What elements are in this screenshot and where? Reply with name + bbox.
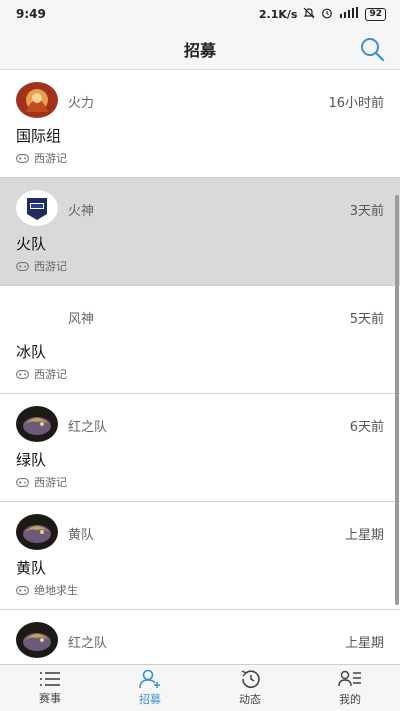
tab-activity[interactable]: 动态 xyxy=(200,665,300,711)
recruiter-name: 火力 xyxy=(68,96,95,111)
list-icon xyxy=(40,672,60,686)
gamepad-icon xyxy=(16,261,29,271)
gamepad-icon xyxy=(16,477,29,487)
team-name: 国际组 xyxy=(16,127,62,145)
signal-icon xyxy=(339,7,359,21)
tab-label: 我的 xyxy=(339,693,361,706)
post-time: 6天前 xyxy=(349,420,384,435)
fire-avatar xyxy=(16,82,58,118)
recruit-item[interactable]: 火神 3天前 火队 西游记 xyxy=(0,178,400,286)
recruit-item[interactable]: 黄队 上星期 黄队 绝地求生 xyxy=(0,502,400,610)
post-time: 3天前 xyxy=(349,204,384,219)
game-tag: 西游记 xyxy=(16,474,67,490)
post-time: 5天前 xyxy=(349,312,384,327)
scrollbar-thumb[interactable] xyxy=(395,195,399,605)
list-scrollbar[interactable] xyxy=(395,70,400,664)
empty-avatar xyxy=(16,298,58,334)
team-name: 冰队 xyxy=(16,343,47,361)
game-name: 西游记 xyxy=(34,260,67,273)
tab-profile[interactable]: 我的 xyxy=(300,665,400,711)
mute-icon xyxy=(303,7,315,22)
screen: 9:49 2.1K/s 92 招募 火力 16小时前 国际组 西游记 火神 3天… xyxy=(0,0,400,711)
recruiter-name: 风神 xyxy=(68,312,95,327)
game-tag: 西游记 xyxy=(16,150,67,166)
search-button[interactable] xyxy=(358,35,386,63)
network-speed: 2.1K/s xyxy=(258,7,298,21)
page-title: 招募 xyxy=(183,40,216,60)
game-name: 西游记 xyxy=(34,368,67,381)
team-name: 绿队 xyxy=(16,451,47,469)
tab-label: 动态 xyxy=(239,693,261,706)
game-name: 西游记 xyxy=(34,152,67,165)
recruiter-name: 黄队 xyxy=(68,528,95,543)
tab-events[interactable]: 赛事 xyxy=(0,665,100,711)
recruit-item[interactable]: 火力 16小时前 国际组 西游记 xyxy=(0,70,400,178)
battery-indicator: 92 xyxy=(365,7,386,21)
recruiter-name: 红之队 xyxy=(68,636,108,651)
status-bar: 9:49 2.1K/s 92 xyxy=(0,0,400,28)
game-name: 绝地求生 xyxy=(34,584,78,597)
game-name: 西游记 xyxy=(34,476,67,489)
recruit-item[interactable]: 红之队 上星期 xyxy=(0,610,400,664)
hero-logo-avatar xyxy=(16,190,58,226)
status-icons: 2.1K/s 92 xyxy=(259,7,386,22)
search-icon xyxy=(361,38,385,62)
post-time: 上星期 xyxy=(344,528,384,543)
recruit-list: 火力 16小时前 国际组 西游记 火神 3天前 火队 西游记 风神 5天前 冰队… xyxy=(0,70,400,664)
team-name: 黄队 xyxy=(16,559,47,577)
tab-label: 赛事 xyxy=(39,692,61,705)
dragon-avatar xyxy=(16,514,58,550)
gamepad-icon xyxy=(16,369,29,379)
game-tag: 绝地求生 xyxy=(16,582,78,598)
alarm-icon xyxy=(321,7,333,22)
gamepad-icon xyxy=(16,153,29,163)
game-tag: 西游记 xyxy=(16,258,67,274)
post-time: 16小时前 xyxy=(328,96,384,111)
dragon-avatar xyxy=(16,406,58,442)
recruiter-name: 红之队 xyxy=(68,420,108,435)
gamepad-icon xyxy=(16,585,29,595)
tab-recruit[interactable]: 招募 xyxy=(100,665,200,711)
tab-label: 招募 xyxy=(139,693,161,706)
bottom-tab-bar: 赛事 招募 动态 我的 xyxy=(0,664,400,711)
dragon-avatar xyxy=(16,622,58,658)
status-time: 9:49 xyxy=(16,7,46,21)
history-icon xyxy=(241,670,260,689)
add-user-icon xyxy=(139,669,160,689)
recruit-item[interactable]: 红之队 6天前 绿队 西游记 xyxy=(0,394,400,502)
profile-icon xyxy=(338,670,361,687)
app-header: 招募 xyxy=(0,28,400,70)
post-time: 上星期 xyxy=(344,636,384,651)
recruiter-name: 火神 xyxy=(68,204,95,219)
game-tag: 西游记 xyxy=(16,366,67,382)
team-name: 火队 xyxy=(16,235,47,253)
recruit-item[interactable]: 风神 5天前 冰队 西游记 xyxy=(0,286,400,394)
